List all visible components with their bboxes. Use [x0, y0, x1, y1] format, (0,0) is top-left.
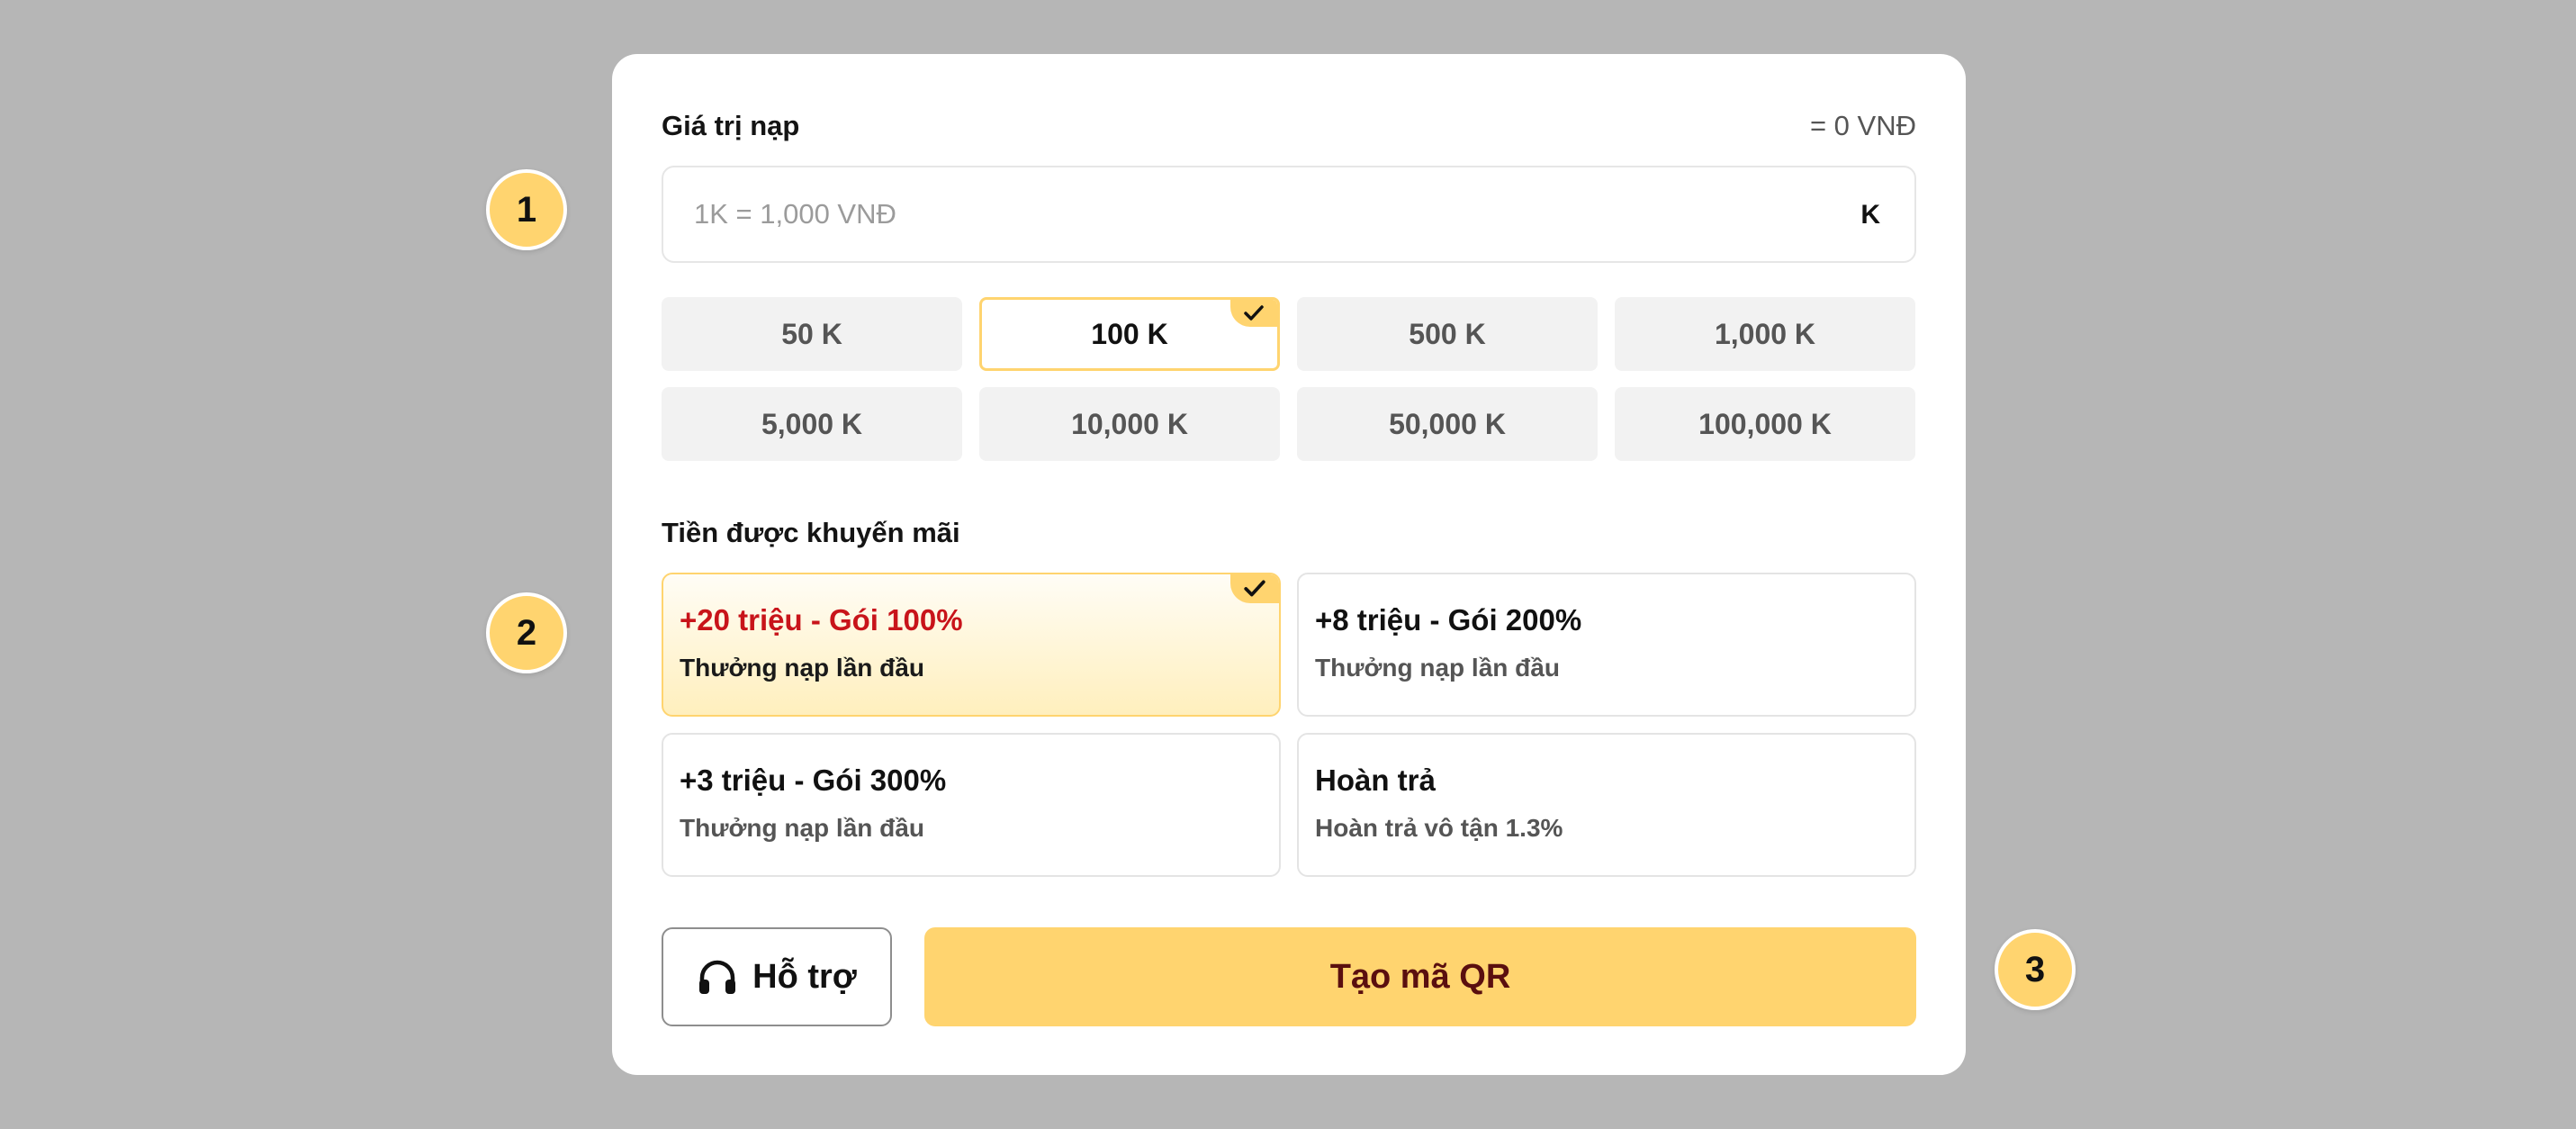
- preset-50000k[interactable]: 50,000 K: [1297, 387, 1598, 461]
- promo-subtitle: Hoàn trả vô tận 1.3%: [1315, 814, 1563, 842]
- create-qr-label: Tạo mã QR: [1329, 957, 1511, 996]
- selected-corner: [1230, 574, 1279, 603]
- preset-50k[interactable]: 50 K: [662, 297, 962, 371]
- converted-amount: = 0 VNĐ: [1809, 110, 1916, 141]
- preset-1000k[interactable]: 1,000 K: [1615, 297, 1915, 371]
- preset-10000k[interactable]: 10,000 K: [979, 387, 1280, 461]
- promo-title: +3 triệu - Gói 300%: [680, 763, 947, 797]
- amount-label: Giá trị nạp: [662, 110, 800, 141]
- headphones-icon: [699, 960, 736, 994]
- preset-label: 50,000 K: [1389, 407, 1506, 440]
- promo-title: +8 triệu - Gói 200%: [1315, 603, 1582, 637]
- amount-unit: K: [1860, 200, 1880, 230]
- step-badge-2: 2: [486, 592, 567, 673]
- preset-label: 100 K: [1091, 317, 1168, 350]
- support-button[interactable]: Hỗ trợ: [662, 927, 892, 1026]
- step-badge-3: 3: [1995, 929, 2076, 1010]
- check-icon: [1244, 305, 1264, 321]
- preset-100000k[interactable]: 100,000 K: [1615, 387, 1915, 461]
- promo-subtitle: Thưởng nạp lần đầu: [1315, 654, 1560, 682]
- promo-option-3[interactable]: +3 triệu - Gói 300% Thưởng nạp lần đầu: [662, 733, 1281, 877]
- promo-title: +20 triệu - Gói 100%: [680, 603, 963, 637]
- promo-option-4[interactable]: Hoàn trả Hoàn trả vô tận 1.3%: [1297, 733, 1916, 877]
- preset-500k[interactable]: 500 K: [1297, 297, 1598, 371]
- preset-label: 50 K: [781, 317, 842, 350]
- preset-label: 1,000 K: [1714, 317, 1816, 350]
- promo-title: Hoàn trả: [1315, 763, 1436, 797]
- create-qr-button[interactable]: Tạo mã QR: [924, 927, 1916, 1026]
- promo-label: Tiền được khuyến mãi: [662, 517, 960, 548]
- preset-label: 10,000 K: [1071, 407, 1188, 440]
- preset-100k[interactable]: 100 K: [979, 297, 1280, 371]
- preset-label: 100,000 K: [1698, 407, 1832, 440]
- support-label: Hỗ trợ: [752, 957, 857, 996]
- deposit-card: Giá trị nạp = 0 VNĐ K 50 K 100 K 500 K 1…: [612, 54, 1966, 1075]
- promo-subtitle: Thưởng nạp lần đầu: [680, 814, 924, 842]
- preset-label: 5,000 K: [761, 407, 863, 440]
- promo-option-2[interactable]: +8 triệu - Gói 200% Thưởng nạp lần đầu: [1297, 573, 1916, 717]
- amount-field: K: [662, 166, 1916, 263]
- selected-corner: [1230, 300, 1277, 327]
- amount-input[interactable]: [663, 167, 1833, 261]
- promo-option-1[interactable]: +20 triệu - Gói 100% Thưởng nạp lần đầu: [662, 573, 1281, 717]
- preset-label: 500 K: [1409, 317, 1486, 350]
- step-badge-1: 1: [486, 169, 567, 250]
- promo-subtitle: Thưởng nạp lần đầu: [680, 654, 924, 682]
- preset-5000k[interactable]: 5,000 K: [662, 387, 962, 461]
- check-icon: [1244, 580, 1265, 597]
